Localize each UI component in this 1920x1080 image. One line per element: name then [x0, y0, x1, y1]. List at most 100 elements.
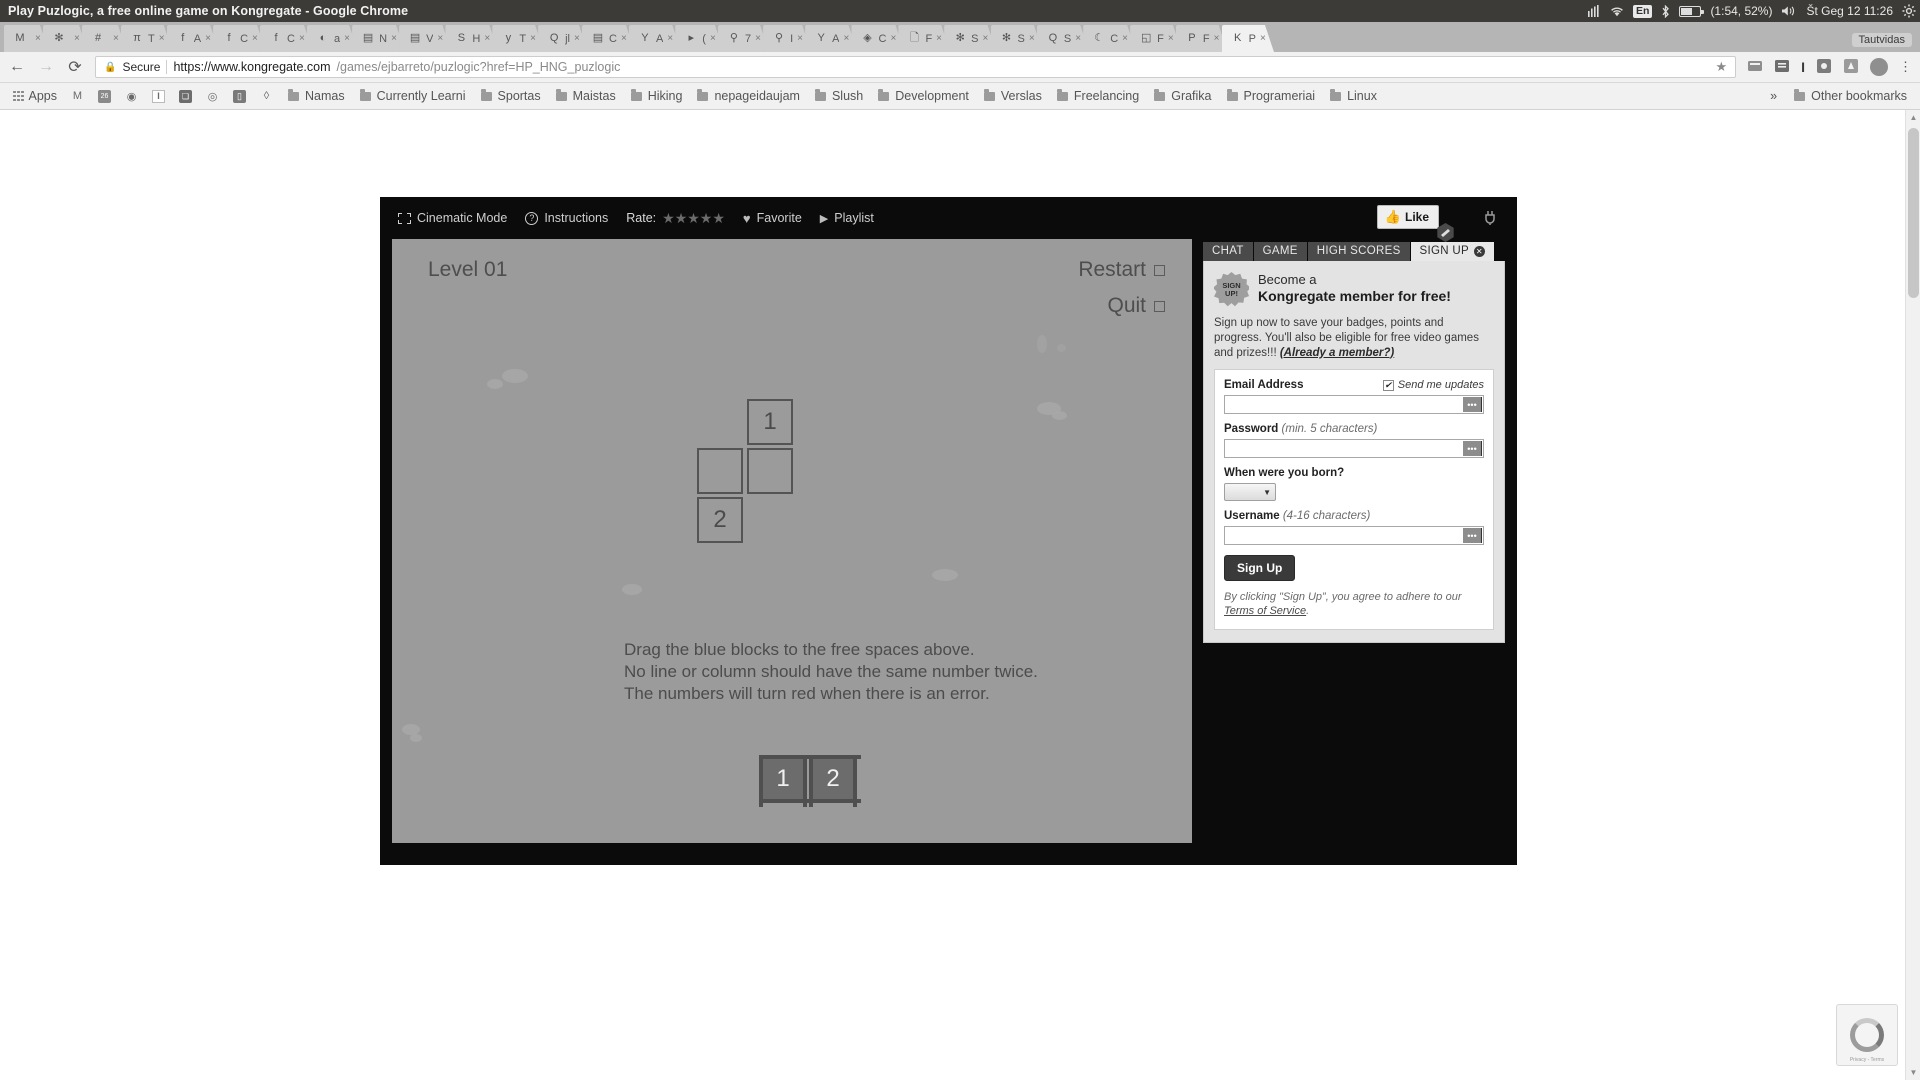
browser-tab[interactable]: ▸ (× — [675, 25, 724, 52]
bookmark-item[interactable]: Development — [870, 87, 976, 105]
scroll-up-arrow-icon[interactable]: ▲ — [1906, 110, 1920, 125]
password-input[interactable]: ••• — [1224, 439, 1484, 459]
puzzle-cell-empty[interactable] — [697, 448, 743, 494]
browser-tab[interactable]: 🗋 F × — [898, 25, 950, 52]
language-indicator[interactable]: En — [1633, 4, 1653, 18]
tab-close-icon[interactable]: × — [344, 33, 352, 44]
username-input[interactable]: ••• — [1224, 526, 1484, 546]
bookmark-item[interactable]: ◉ — [118, 88, 145, 105]
bookmark-item[interactable]: ▯ — [226, 88, 253, 105]
profile-avatar[interactable] — [1870, 58, 1888, 76]
bookmark-item[interactable]: Verslas — [976, 87, 1049, 105]
scroll-down-arrow-icon[interactable]: ▼ — [1906, 1065, 1920, 1080]
back-button[interactable]: ← — [8, 58, 26, 76]
browser-tab[interactable]: ▤ C × — [582, 25, 635, 52]
rate-control[interactable]: Rate: ★★★★★ — [626, 210, 725, 227]
bookmark-item[interactable]: nepageidaujam — [689, 87, 807, 105]
tab-close-icon[interactable]: × — [936, 33, 944, 44]
tab-close-icon[interactable]: × — [574, 33, 582, 44]
sidebar-tab-chat[interactable]: CHAT — [1203, 242, 1253, 261]
other-bookmarks-folder[interactable]: Other bookmarks — [1786, 87, 1914, 105]
clock[interactable]: Št Geg 12 11:26 — [1806, 4, 1893, 18]
extension-icon-4[interactable] — [1816, 58, 1832, 77]
browser-tab[interactable]: S H × — [445, 25, 498, 52]
gear-icon[interactable] — [1902, 4, 1916, 18]
bookmark-item[interactable]: Grafika — [1146, 87, 1218, 105]
rate-stars[interactable]: ★★★★★ — [662, 210, 725, 227]
cinematic-mode-button[interactable]: Cinematic Mode — [398, 211, 507, 225]
browser-tab[interactable]: ◱ F × — [1130, 25, 1182, 52]
tab-close-icon[interactable]: × — [1260, 33, 1268, 44]
bookmark-item[interactable]: M — [64, 88, 91, 105]
browser-tab[interactable]: f A × — [167, 25, 219, 52]
plugin-icon[interactable] — [1482, 209, 1499, 231]
facebook-like-button[interactable]: 👍 Like — [1376, 205, 1439, 229]
sidebar-tab-sign-up[interactable]: SIGN UP ✕ — [1410, 242, 1494, 261]
draggable-number-block[interactable]: 2 — [809, 755, 861, 807]
puzzle-cell-filled[interactable]: 1 — [747, 399, 793, 445]
tab-close-icon[interactable]: × — [621, 33, 629, 44]
tab-close-icon[interactable]: × — [299, 33, 307, 44]
send-updates-checkbox[interactable]: ✔ — [1382, 379, 1394, 391]
bookmark-item[interactable]: Namas — [280, 87, 352, 105]
battery-icon[interactable] — [1679, 5, 1704, 17]
tab-close-icon[interactable]: × — [159, 33, 167, 44]
browser-tab[interactable]: M × — [4, 25, 49, 52]
bookmark-item[interactable]: Programeriai — [1219, 87, 1323, 105]
page-scrollbar[interactable]: ▲ ▼ — [1905, 110, 1920, 1080]
tab-close-icon[interactable]: × — [530, 33, 538, 44]
terms-of-service-link[interactable]: Terms of Service — [1224, 605, 1306, 617]
already-member-link[interactable]: (Already a member?) — [1280, 347, 1394, 359]
extension-icon-1[interactable] — [1747, 58, 1763, 77]
extension-icon-5[interactable] — [1843, 58, 1859, 77]
instructions-button[interactable]: ? Instructions — [525, 211, 608, 225]
browser-tab[interactable]: ✻ × — [43, 25, 88, 52]
tab-close-icon[interactable]: × — [1214, 33, 1222, 44]
chrome-menu-icon[interactable]: ⋮ — [1899, 59, 1912, 75]
tab-close-icon[interactable]: × — [1075, 33, 1083, 44]
bookmark-item[interactable]: ◎ — [199, 88, 226, 105]
send-updates-control[interactable]: ✔ Send me updates — [1382, 379, 1484, 391]
tab-close-icon[interactable]: × — [1122, 33, 1130, 44]
browser-tab[interactable]: ◈ C × — [851, 25, 904, 52]
browser-tab[interactable]: π T × — [121, 25, 173, 52]
browser-tab[interactable]: P F × — [1176, 25, 1228, 52]
tab-close-icon[interactable]: × — [484, 33, 492, 44]
browser-tab[interactable]: ▤ V × — [399, 25, 451, 52]
close-icon[interactable]: ✕ — [1473, 245, 1485, 257]
tab-close-icon[interactable]: × — [755, 33, 763, 44]
bookmark-item[interactable]: Linux — [1322, 87, 1384, 105]
browser-tab[interactable]: ▤ N × — [352, 25, 405, 52]
restart-button[interactable]: Restart — [1078, 258, 1165, 282]
browser-tab[interactable]: ✻ S × — [991, 25, 1043, 52]
tab-close-icon[interactable]: × — [667, 33, 675, 44]
bookmark-item[interactable]: Hiking — [623, 87, 690, 105]
bookmark-item[interactable]: Slush — [807, 87, 870, 105]
browser-tab[interactable]: ◐ a × — [307, 25, 358, 52]
tab-close-icon[interactable]: × — [35, 33, 43, 44]
tab-close-icon[interactable]: × — [843, 33, 851, 44]
browser-tab[interactable]: f C × — [213, 25, 266, 52]
draggable-number-block[interactable]: 1 — [759, 755, 811, 807]
browser-tab[interactable]: ⚲ 7 × — [718, 25, 769, 52]
puzzle-cell-empty[interactable] — [747, 448, 793, 494]
profile-name-chip[interactable]: Tautvidas — [1851, 33, 1912, 47]
bookmark-item[interactable]: ❏ — [172, 88, 199, 105]
browser-tab[interactable]: Q S × — [1037, 25, 1089, 52]
browser-tab[interactable]: f C × — [260, 25, 313, 52]
browser-tab[interactable]: y T × — [492, 25, 544, 52]
volume-icon[interactable] — [1781, 5, 1797, 17]
tab-close-icon[interactable]: × — [437, 33, 445, 44]
bookmark-item[interactable]: Freelancing — [1049, 87, 1146, 105]
browser-tab[interactable]: Y A × — [629, 25, 681, 52]
playlist-button[interactable]: ▶ Playlist — [820, 211, 874, 225]
omnibox[interactable]: 🔒 Secure https://www.kongregate.com/game… — [95, 56, 1737, 78]
tab-close-icon[interactable]: × — [252, 33, 260, 44]
forward-button[interactable]: → — [37, 58, 55, 76]
extension-icon-3[interactable]: I — [1801, 59, 1805, 75]
scrollbar-thumb[interactable] — [1908, 128, 1919, 298]
dob-select[interactable]: ▼ — [1224, 483, 1276, 502]
wifi-icon[interactable] — [1610, 6, 1624, 17]
bookmarks-overflow-button[interactable]: » — [1763, 87, 1784, 105]
extension-icon-2[interactable] — [1774, 58, 1790, 77]
